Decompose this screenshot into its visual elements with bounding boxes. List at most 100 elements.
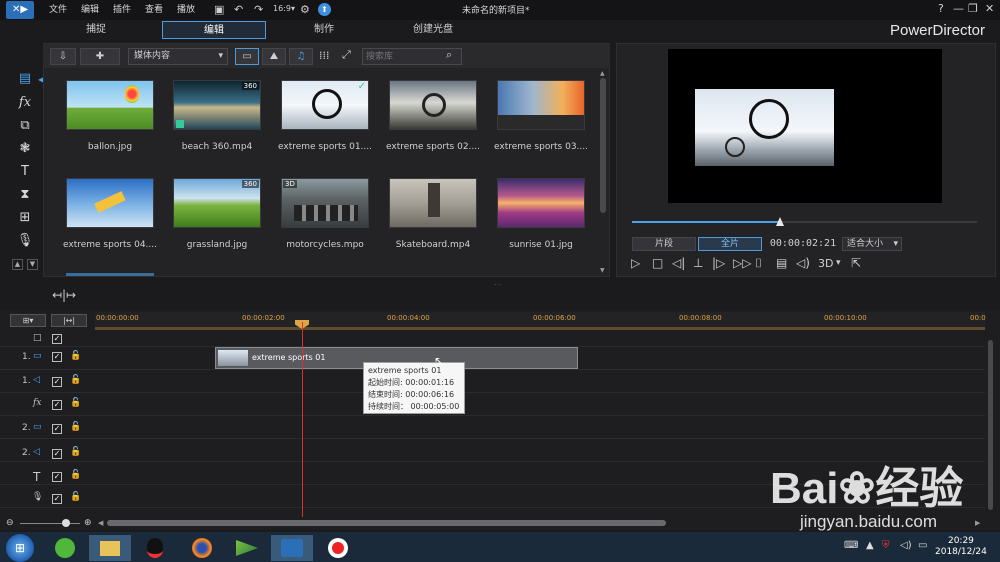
- taskbar-app-explorer[interactable]: [89, 535, 131, 561]
- zoom-slider-track[interactable]: [20, 523, 80, 524]
- lock-icon[interactable]: 🔓: [70, 351, 81, 361]
- lock-icon[interactable]: 🔓: [70, 470, 81, 480]
- fit-size-select[interactable]: 适合大小 ▾: [842, 237, 902, 251]
- title-room-icon[interactable]: T: [15, 164, 35, 182]
- snapshot-marker-icon[interactable]: ⊥: [693, 256, 703, 270]
- menu-view[interactable]: 查看: [145, 2, 163, 15]
- plugin-puzzle-icon[interactable]: ✚: [80, 48, 120, 65]
- track-checkbox[interactable]: ✓: [52, 377, 62, 387]
- security-tray-icon[interactable]: ⛨: [882, 540, 890, 551]
- track-checkbox[interactable]: ✓: [52, 494, 62, 504]
- grid-view-icon[interactable]: ⁞⁞⁞: [319, 49, 330, 62]
- thumb-extreme-sports-01[interactable]: ✓: [281, 80, 369, 130]
- minimize-button[interactable]: —: [953, 2, 964, 15]
- tab-edit[interactable]: 编辑: [162, 21, 266, 39]
- filter-video-icon[interactable]: ▭: [235, 48, 259, 65]
- pip-room-icon[interactable]: ⧉: [15, 118, 35, 136]
- track-checkbox[interactable]: ✓: [52, 424, 62, 434]
- restore-button[interactable]: ❐: [968, 2, 978, 15]
- undo-icon[interactable]: ↶: [234, 3, 243, 16]
- fit-tracks-icon[interactable]: |↔|: [51, 314, 87, 327]
- taskbar-app-firefox[interactable]: [181, 535, 223, 561]
- fullscreen-icon[interactable]: ⤢: [342, 48, 351, 62]
- taskbar-app-recorder[interactable]: [317, 535, 359, 561]
- track-checkbox[interactable]: ✓: [52, 472, 62, 482]
- keyboard-icon[interactable]: ⌨: [844, 540, 858, 551]
- timecode-display[interactable]: 00:00:02:21: [768, 237, 838, 251]
- filter-audio-icon[interactable]: ♫: [289, 48, 313, 65]
- transition-room-icon[interactable]: ⧗: [15, 187, 35, 205]
- start-button[interactable]: ⊞: [6, 534, 34, 562]
- library-scrollbar[interactable]: [600, 78, 606, 213]
- volume-icon[interactable]: ◁): [796, 256, 810, 270]
- redo-icon[interactable]: ↷: [254, 3, 263, 16]
- thumb-beach-360[interactable]: 360: [173, 80, 261, 130]
- thumb-motorcycles[interactable]: 3D: [281, 178, 369, 228]
- thumb-sunrise[interactable]: [497, 178, 585, 228]
- scroll-up-arrow-icon[interactable]: ▲: [600, 70, 605, 77]
- tray-chevron-icon[interactable]: ▲: [866, 540, 874, 551]
- menu-play[interactable]: 播放: [177, 2, 195, 15]
- taskbar-app-qq[interactable]: [134, 535, 176, 561]
- media-room-icon[interactable]: ▤: [15, 71, 35, 89]
- zoom-in-icon[interactable]: ⊕: [84, 518, 92, 528]
- settings-gear-icon[interactable]: ⚙: [300, 3, 310, 16]
- thumb-extreme-sports-04[interactable]: [66, 178, 154, 228]
- save-icon[interactable]: ▣: [214, 3, 224, 16]
- import-media-icon[interactable]: ⇩: [50, 48, 76, 65]
- prev-frame-icon[interactable]: ◁|: [672, 256, 685, 270]
- scroll-down-arrow-icon[interactable]: ▼: [600, 267, 605, 274]
- aspect-ratio-icon[interactable]: 16:9▾: [273, 4, 295, 13]
- audio-mixing-icon[interactable]: ⊞: [15, 210, 35, 228]
- lock-icon[interactable]: 🔓: [70, 447, 81, 457]
- fast-forward-icon[interactable]: ▷▷: [733, 256, 751, 270]
- scroll-left-arrow-icon[interactable]: ◀: [98, 519, 103, 527]
- lock-icon[interactable]: 🔓: [70, 375, 81, 385]
- next-frame-icon[interactable]: |▷: [712, 256, 725, 270]
- search-icon[interactable]: ⌕: [446, 48, 452, 62]
- tab-produce[interactable]: 制作: [272, 21, 376, 39]
- taskbar-app-powerdirector[interactable]: [271, 535, 313, 561]
- lock-icon[interactable]: 🔓: [70, 422, 81, 432]
- scroll-down-icon[interactable]: ▼: [27, 259, 38, 270]
- stop-icon[interactable]: □: [652, 256, 663, 270]
- timeline-horizontal-scrollbar[interactable]: [107, 520, 666, 526]
- menu-file[interactable]: 文件: [49, 2, 67, 15]
- tab-create-disc[interactable]: 创建光盘: [381, 21, 485, 39]
- splitter-handle-icon[interactable]: ⋯: [494, 280, 502, 289]
- network-tray-icon[interactable]: ▭: [918, 540, 927, 551]
- subtitle-icon[interactable]: ▤: [776, 256, 787, 270]
- thumb-skateboard[interactable]: [389, 178, 477, 228]
- voice-over-icon[interactable]: 🎙: [15, 233, 35, 251]
- volume-tray-icon[interactable]: ◁): [900, 540, 912, 551]
- tab-capture[interactable]: 捕捉: [44, 21, 148, 39]
- movie-mode-button[interactable]: 全片: [698, 237, 762, 251]
- lock-icon[interactable]: 🔓: [70, 398, 81, 408]
- thumb-extreme-sports-02[interactable]: [389, 80, 477, 130]
- clip-mode-button[interactable]: 片段: [632, 237, 696, 251]
- zoom-out-icon[interactable]: ⊖: [6, 518, 14, 528]
- taskbar-app-360[interactable]: [44, 535, 86, 561]
- fit-timeline-icon[interactable]: ↤|↦: [52, 288, 76, 302]
- track-checkbox[interactable]: ✓: [52, 449, 62, 459]
- particle-room-icon[interactable]: ❃: [15, 141, 35, 159]
- track-checkbox[interactable]: ✓: [52, 334, 62, 344]
- play-icon[interactable]: ▷: [631, 256, 640, 270]
- zoom-slider-thumb[interactable]: [62, 519, 70, 527]
- thumb-grassland[interactable]: 360: [173, 178, 261, 228]
- taskbar-clock[interactable]: 20:29 2018/12/24: [935, 536, 987, 558]
- taskbar-app-camtasia[interactable]: [226, 535, 268, 561]
- scroll-up-icon[interactable]: ▲: [12, 259, 23, 270]
- help-button[interactable]: ?: [938, 2, 944, 15]
- lock-icon[interactable]: 🔓: [70, 492, 81, 502]
- menu-plugins[interactable]: 插件: [113, 2, 131, 15]
- track-checkbox[interactable]: ✓: [52, 400, 62, 410]
- camera-icon[interactable]: ⌷: [755, 256, 762, 271]
- scroll-right-arrow-icon[interactable]: ▶: [975, 519, 980, 527]
- menu-edit[interactable]: 编辑: [81, 2, 99, 15]
- upgrade-icon[interactable]: ⬆: [318, 3, 331, 16]
- 3d-toggle[interactable]: 3D: [818, 257, 833, 270]
- undock-preview-icon[interactable]: ⇱: [851, 256, 861, 270]
- thumb-extreme-sports-03[interactable]: [497, 80, 585, 130]
- chevron-down-icon[interactable]: ▾: [836, 258, 841, 268]
